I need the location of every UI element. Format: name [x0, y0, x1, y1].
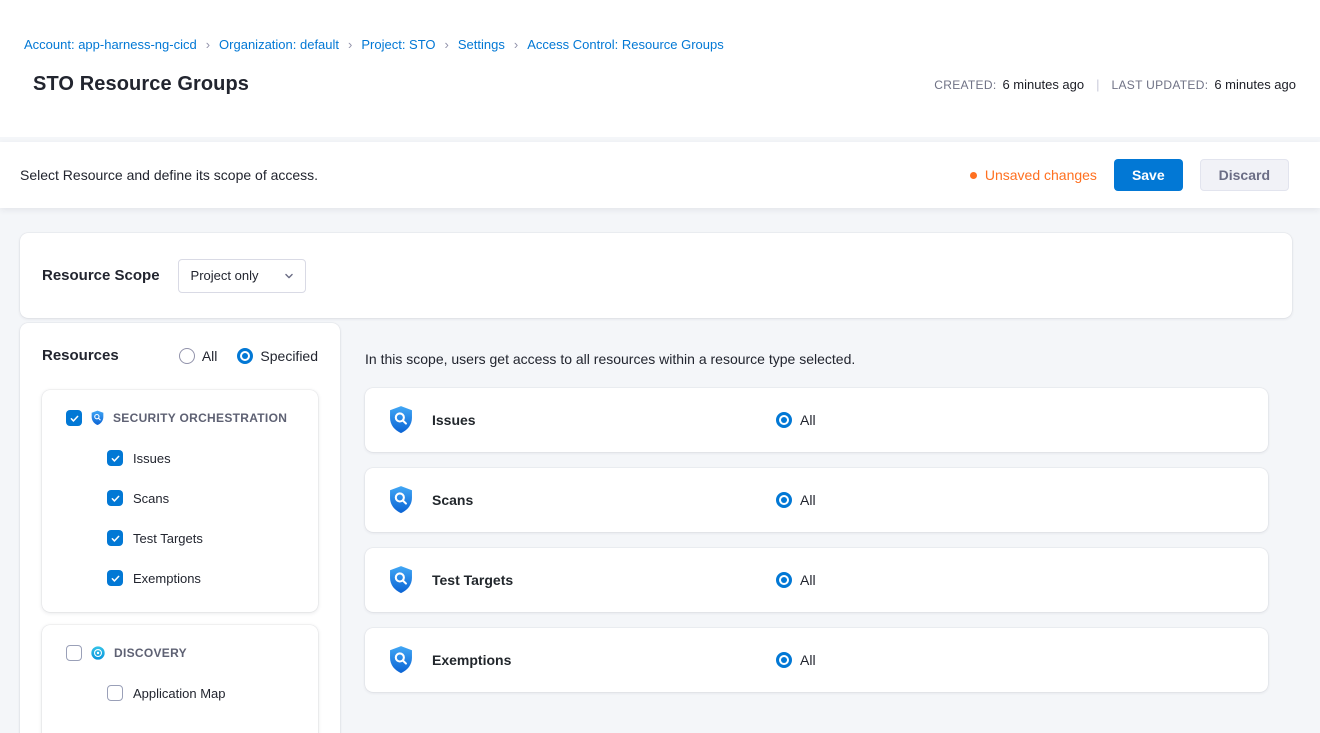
access-radio-all[interactable]: All: [776, 572, 816, 588]
unsaved-dot-icon: [970, 172, 977, 179]
radio-icon: [776, 492, 792, 508]
resource-row-label: Exemptions: [432, 652, 776, 668]
access-label: All: [800, 492, 816, 508]
shield-search-icon: [387, 405, 415, 435]
access-radio-all[interactable]: All: [776, 652, 816, 668]
shield-search-icon: [387, 485, 415, 515]
chevron-right-icon: ›: [514, 38, 518, 52]
check-item-label: Issues: [133, 451, 171, 466]
action-toolbar: Select Resource and define its scope of …: [0, 142, 1320, 208]
resources-filter-radios: All Specified: [179, 348, 318, 364]
breadcrumb-account[interactable]: Account: app-harness-ng-cicd: [24, 38, 197, 52]
breadcrumb-organization[interactable]: Organization: default: [219, 38, 339, 52]
last-updated-value: 6 minutes ago: [1214, 77, 1296, 92]
access-radio-all[interactable]: All: [776, 412, 816, 428]
scope-detail: In this scope, users get access to all r…: [365, 323, 1268, 708]
shield-search-icon: [387, 645, 415, 675]
check-item-exemptions[interactable]: Exemptions: [66, 558, 304, 598]
checkbox[interactable]: [107, 450, 123, 466]
resources-panel-title: Resources: [42, 347, 119, 364]
unsaved-changes-indicator: Unsaved changes: [970, 167, 1097, 183]
shield-search-icon: [387, 565, 415, 595]
resource-row-test-targets: Test Targets All: [365, 548, 1268, 612]
group-label: SECURITY ORCHESTRATION: [113, 411, 287, 425]
page-title: STO Resource Groups: [33, 73, 249, 96]
group-checkbox[interactable]: [66, 410, 82, 426]
check-icon: [110, 453, 121, 464]
chevron-right-icon: ›: [206, 38, 210, 52]
resource-row-scans: Scans All: [365, 468, 1268, 532]
radio-all[interactable]: All: [179, 348, 218, 364]
breadcrumb: Account: app-harness-ng-cicd › Organizat…: [24, 38, 1296, 52]
access-label: All: [800, 572, 816, 588]
check-item-label: Application Map: [133, 686, 226, 701]
resource-row-issues: Issues All: [365, 388, 1268, 452]
check-icon: [69, 413, 80, 424]
radio-icon: [237, 348, 253, 364]
check-item-label: Scans: [133, 491, 169, 506]
breadcrumb-access-control[interactable]: Access Control: Resource Groups: [527, 38, 724, 52]
unsaved-changes-label: Unsaved changes: [985, 167, 1097, 183]
access-label: All: [800, 652, 816, 668]
resource-row-label: Test Targets: [432, 572, 776, 588]
check-icon: [110, 493, 121, 504]
check-item-application-map[interactable]: Application Map: [66, 673, 304, 713]
timestamps: CREATED: 6 minutes ago | LAST UPDATED: 6…: [934, 77, 1296, 92]
group-checkbox[interactable]: [66, 645, 82, 661]
check-icon: [110, 533, 121, 544]
page: Account: app-harness-ng-cicd › Organizat…: [0, 0, 1320, 733]
created-value: 6 minutes ago: [1002, 77, 1084, 92]
check-item-issues[interactable]: Issues: [66, 438, 304, 478]
toolbar-description: Select Resource and define its scope of …: [20, 167, 318, 183]
last-updated-label: LAST UPDATED:: [1112, 78, 1209, 92]
radio-all-label: All: [202, 348, 218, 364]
resource-row-exemptions: Exemptions All: [365, 628, 1268, 692]
checkbox[interactable]: [107, 530, 123, 546]
check-item-label: Test Targets: [133, 531, 203, 546]
resource-row-label: Issues: [432, 412, 776, 428]
shield-search-icon: [90, 410, 105, 426]
radio-icon: [179, 348, 195, 364]
checkbox[interactable]: [107, 490, 123, 506]
resource-group-security-orchestration: SECURITY ORCHESTRATION Issues: [42, 390, 318, 612]
radio-icon: [776, 412, 792, 428]
discovery-icon: [90, 645, 106, 661]
check-item-label: Exemptions: [133, 571, 201, 586]
discard-button[interactable]: Discard: [1200, 159, 1289, 191]
checkbox[interactable]: [107, 685, 123, 701]
resource-group-discovery: DISCOVERY Application Map: [42, 625, 318, 733]
resource-scope-selected-option: Project only: [191, 268, 259, 283]
breadcrumb-project[interactable]: Project: STO: [361, 38, 435, 52]
page-header: Account: app-harness-ng-cicd › Organizat…: [0, 0, 1320, 137]
created-label: CREATED:: [934, 78, 996, 92]
resource-scope-select[interactable]: Project only: [178, 259, 306, 293]
checkbox[interactable]: [107, 570, 123, 586]
radio-icon: [776, 572, 792, 588]
check-item-test-targets[interactable]: Test Targets: [66, 518, 304, 558]
meta-divider: |: [1096, 77, 1099, 92]
save-button[interactable]: Save: [1114, 159, 1183, 191]
scope-description: In this scope, users get access to all r…: [365, 352, 1268, 366]
check-icon: [110, 573, 121, 584]
resource-row-label: Scans: [432, 492, 776, 508]
radio-icon: [776, 652, 792, 668]
chevron-right-icon: ›: [348, 38, 352, 52]
chevron-down-icon: [282, 269, 296, 283]
check-item-scans[interactable]: Scans: [66, 478, 304, 518]
breadcrumb-settings[interactable]: Settings: [458, 38, 505, 52]
access-label: All: [800, 412, 816, 428]
main-content: Resource Scope Project only Resources Al…: [0, 208, 1320, 733]
resource-scope-card: Resource Scope Project only: [20, 233, 1292, 318]
group-label: DISCOVERY: [114, 646, 187, 660]
chevron-right-icon: ›: [445, 38, 449, 52]
radio-specified[interactable]: Specified: [237, 348, 318, 364]
resources-panel: Resources All Specified: [20, 323, 340, 733]
access-radio-all[interactable]: All: [776, 492, 816, 508]
resource-scope-label: Resource Scope: [42, 267, 160, 284]
radio-specified-label: Specified: [260, 348, 318, 364]
